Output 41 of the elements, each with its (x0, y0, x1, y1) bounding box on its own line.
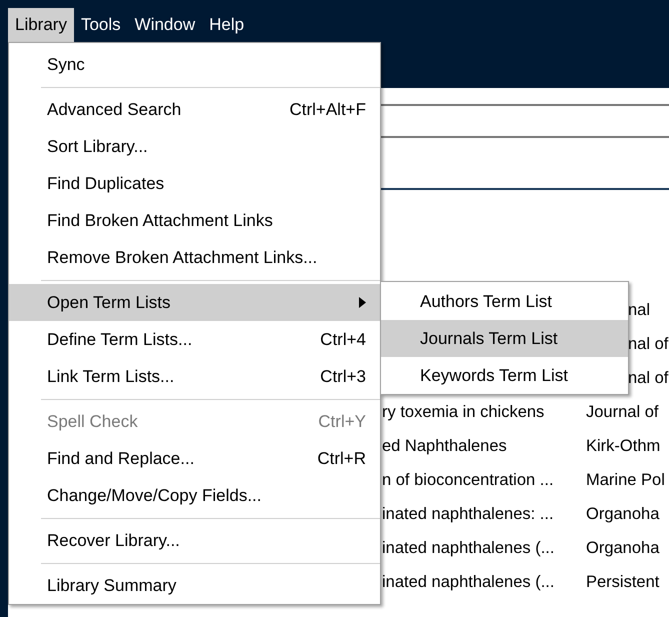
shortcut-text: Ctrl+3 (320, 366, 366, 386)
menu-item[interactable]: Find Duplicates (9, 165, 380, 202)
menu-title[interactable]: Help (202, 8, 252, 42)
title-cell: inated naphthalenes (... (382, 572, 554, 592)
menu-item[interactable]: Keywords Term List (381, 357, 628, 394)
menu-item[interactable]: Find and Replace... Ctrl+R (9, 440, 380, 477)
menu-item[interactable]: Open Term Lists (9, 284, 380, 321)
title-cell: n of bioconcentration ... (382, 470, 554, 490)
shortcut-text: Ctrl+Y (318, 412, 366, 432)
title-cell: ry toxemia in chickens (382, 402, 544, 422)
menu-item[interactable]: Journals Term List (381, 320, 628, 357)
menu-item[interactable]: Sync (9, 46, 380, 83)
shortcut-text: Ctrl+Alt+F (289, 100, 366, 120)
menu-item[interactable]: Remove Broken Attachment Links... (9, 239, 380, 276)
journal-cell: Marine Pol (586, 470, 665, 490)
journal-cell-text: nal (627, 300, 650, 320)
journal-cell: Organoha (586, 538, 660, 558)
title-cell: inated naphthalenes (... (382, 538, 554, 558)
menu-title[interactable]: Tools (74, 8, 128, 42)
title-cell: inated naphthalenes: ... (382, 504, 554, 524)
menu-item[interactable]: Change/Move/Copy Fields... (9, 477, 380, 514)
submenu-arrow-icon (359, 297, 366, 308)
menu-title[interactable]: Window (128, 8, 202, 42)
shortcut-text: Ctrl+4 (320, 330, 366, 350)
menu-title[interactable]: Library (8, 8, 74, 42)
journal-cell-text: nal of (627, 368, 668, 388)
menu-item[interactable]: Library Summary (9, 567, 380, 604)
menu-item[interactable]: Authors Term List (381, 283, 628, 320)
journal-cell: Organoha (586, 504, 660, 524)
menu-item[interactable]: Sort Library... (9, 128, 380, 165)
journal-cell: Kirk-Othm (586, 436, 660, 456)
menu-item[interactable]: Define Term Lists... Ctrl+4 (9, 321, 380, 358)
journal-cell-text: nal of (627, 334, 668, 354)
shortcut-text: Ctrl+R (317, 448, 366, 468)
menu-item[interactable]: Link Term Lists... Ctrl+3 (9, 358, 380, 395)
menu-item[interactable]: Recover Library... (9, 522, 380, 559)
journal-cell: Journal of (586, 402, 658, 422)
title-cell: ed Naphthalenes (382, 436, 507, 456)
journal-cell: Persistent (586, 572, 660, 592)
menu-item[interactable]: Find Broken Attachment Links (9, 202, 380, 239)
menu-item[interactable]: Advanced Search Ctrl+Alt+F (9, 91, 380, 128)
